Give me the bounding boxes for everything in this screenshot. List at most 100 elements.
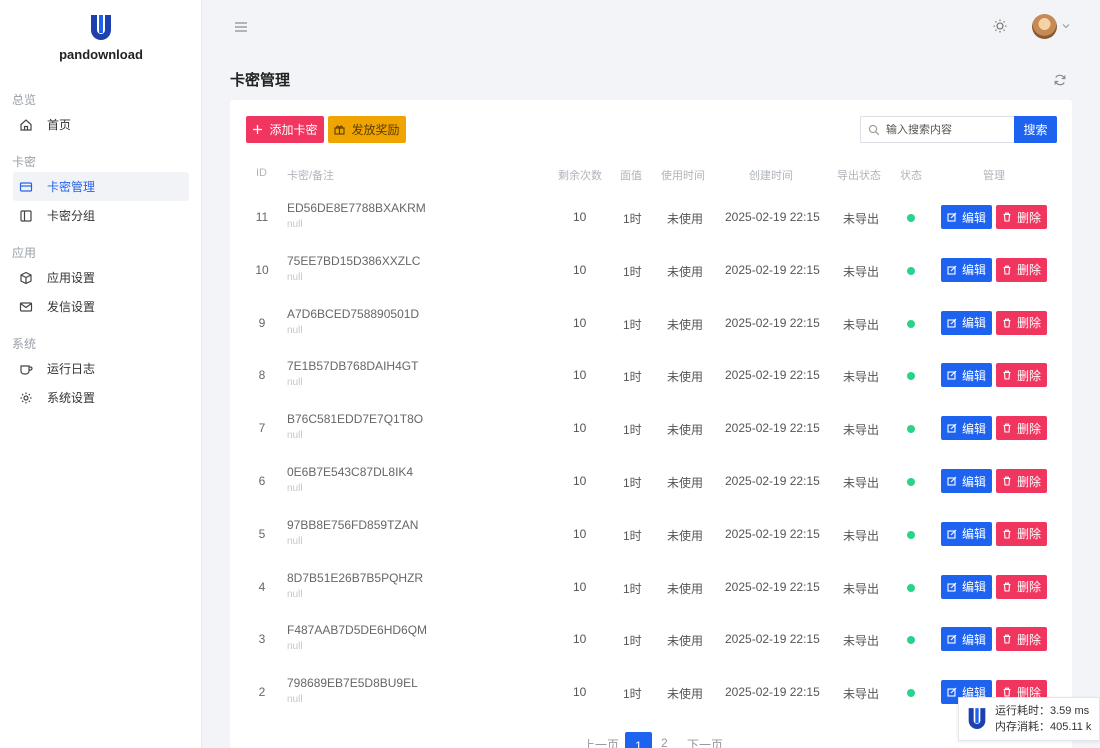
app-name: pandownload bbox=[59, 47, 143, 62]
trash-icon bbox=[1003, 635, 1011, 644]
logo-icon bbox=[968, 708, 986, 729]
table-row: 10 75EE7BD15D386XXZLC null 10 1时 未使用 2025-02-1… bbox=[230, 245, 1072, 297]
edit-button[interactable]: 编辑 bbox=[941, 416, 992, 441]
pagination: 上一页 1 2 下一页 bbox=[230, 732, 1072, 748]
search-button[interactable]: 搜索 bbox=[1014, 116, 1057, 143]
app-logo[interactable]: pandownload bbox=[0, 14, 202, 62]
cell-used-time: 未使用 bbox=[667, 370, 704, 385]
trash-icon bbox=[1003, 476, 1011, 486]
cell-export: 未导出 bbox=[843, 264, 880, 279]
delete-button[interactable]: 删除 bbox=[996, 574, 1047, 599]
header-used-time: 使用时间 bbox=[661, 170, 705, 182]
perf-memory: 内存消耗：405.11 k bbox=[995, 721, 1092, 733]
plus-icon bbox=[253, 125, 263, 134]
sidebar-item-home[interactable]: 首页 bbox=[13, 110, 189, 139]
delete-button[interactable]: 删除 bbox=[996, 469, 1047, 493]
edit-button[interactable]: 编辑 bbox=[941, 310, 992, 335]
page-2-button[interactable]: 2 bbox=[661, 736, 668, 748]
cell-created: 2025-02-19 22:15 bbox=[725, 685, 820, 700]
edit-icon bbox=[947, 582, 957, 592]
delete-button[interactable]: 删除 bbox=[996, 521, 1047, 546]
edit-button[interactable]: 编辑 bbox=[941, 205, 992, 229]
table-row: 5 97BB8E756FD859TZAN null 10 1时 未使用 2025-02-19… bbox=[230, 509, 1072, 561]
cell-created: 2025-02-19 22:15 bbox=[725, 421, 820, 436]
logo-icon bbox=[91, 15, 111, 40]
page-current[interactable]: 1 bbox=[625, 732, 652, 748]
delete-button[interactable]: 删除 bbox=[996, 363, 1047, 388]
give-reward-label: 发放奖励 bbox=[351, 123, 400, 137]
prev-page-button[interactable]: 上一页 bbox=[583, 736, 619, 748]
add-card-button[interactable]: 添加卡密 bbox=[246, 116, 324, 143]
cell-created: 2025-02-19 22:15 bbox=[725, 368, 820, 383]
trash-icon bbox=[1003, 582, 1011, 592]
menu-toggle-icon[interactable] bbox=[234, 20, 248, 34]
card-icon bbox=[19, 181, 33, 192]
edit-icon bbox=[947, 423, 957, 433]
edit-button[interactable]: 编辑 bbox=[941, 574, 992, 599]
sidebar-item-card-group[interactable]: 卡密分组 bbox=[13, 201, 189, 230]
sidebar-item-card-manage[interactable]: 卡密管理 bbox=[13, 172, 189, 201]
cell-used-time: 未使用 bbox=[667, 528, 704, 543]
cell-remaining: 10 bbox=[573, 474, 587, 488]
delete-button[interactable]: 删除 bbox=[996, 205, 1047, 229]
search-icon bbox=[868, 124, 880, 135]
edit-label: 编辑 bbox=[961, 632, 986, 647]
edit-button[interactable]: 编辑 bbox=[941, 627, 992, 652]
delete-label: 删除 bbox=[1016, 632, 1041, 647]
edit-button[interactable]: 编辑 bbox=[941, 469, 992, 493]
sidebar-item-app-settings[interactable]: 应用设置 bbox=[13, 263, 189, 292]
delete-button[interactable]: 删除 bbox=[996, 627, 1047, 652]
cell-used-time: 未使用 bbox=[667, 581, 704, 596]
refresh-icon[interactable] bbox=[1053, 73, 1067, 87]
header-created: 创建时间 bbox=[749, 170, 793, 182]
delete-button[interactable]: 删除 bbox=[996, 416, 1047, 441]
cell-note: null bbox=[287, 694, 303, 706]
delete-button[interactable]: 删除 bbox=[996, 310, 1047, 335]
trash-icon bbox=[1003, 371, 1011, 380]
trash-icon bbox=[1003, 212, 1011, 222]
avatar bbox=[1032, 13, 1057, 39]
status-dot bbox=[907, 583, 915, 592]
nav-group-system: 系统 bbox=[12, 337, 37, 351]
edit-button[interactable]: 编辑 bbox=[941, 257, 992, 282]
status-dot bbox=[907, 214, 915, 222]
cell-created: 2025-02-19 22:15 bbox=[725, 262, 820, 277]
table-row: 3 F487AAB7D5DE6HD6QM null 10 1时 未使用 2025-02-19… bbox=[230, 614, 1072, 666]
chevron-down-icon bbox=[1062, 24, 1070, 29]
give-reward-button[interactable]: 发放奖励 bbox=[328, 116, 406, 143]
table-row: 8 7E1B57DB768DAIH4GT null 10 1时 未使用 2025-02-19… bbox=[230, 350, 1072, 402]
cell-value: 1时 bbox=[623, 476, 642, 490]
cell-id: 3 bbox=[258, 632, 266, 647]
sidebar-item-system-settings[interactable]: 系统设置 bbox=[13, 383, 189, 412]
search-input[interactable] bbox=[886, 123, 1006, 136]
edit-button[interactable]: 编辑 bbox=[941, 521, 992, 546]
next-page-button[interactable]: 下一页 bbox=[687, 736, 723, 748]
cell-export: 未导出 bbox=[843, 581, 880, 596]
gear-icon bbox=[20, 392, 32, 403]
cell-remaining: 10 bbox=[573, 421, 587, 436]
delete-button[interactable]: 删除 bbox=[996, 257, 1047, 282]
edit-button[interactable]: 编辑 bbox=[941, 363, 992, 388]
user-menu[interactable] bbox=[1032, 13, 1074, 39]
nav-group-overview: 总览 bbox=[12, 93, 37, 107]
sidebar-item-mail-settings[interactable]: 发信设置 bbox=[13, 292, 189, 321]
theme-sun-icon[interactable] bbox=[992, 18, 1008, 34]
cell-value: 1时 bbox=[623, 528, 642, 543]
edit-icon bbox=[947, 371, 957, 380]
cell-created: 2025-02-19 22:15 bbox=[725, 579, 820, 594]
cell-export: 未导出 bbox=[843, 476, 880, 490]
cell-export: 未导出 bbox=[843, 528, 880, 543]
cell-note: null bbox=[287, 377, 303, 389]
cell-card-code: F487AAB7D5DE6HD6QM bbox=[287, 623, 428, 638]
edit-icon bbox=[947, 687, 957, 697]
cell-id: 8 bbox=[258, 368, 266, 383]
status-dot bbox=[907, 372, 915, 381]
edit-label: 编辑 bbox=[961, 580, 986, 595]
cell-used-time: 未使用 bbox=[667, 634, 704, 649]
sidebar-item-run-log[interactable]: 运行日志 bbox=[13, 354, 189, 383]
home-icon bbox=[20, 118, 32, 131]
cell-remaining: 10 bbox=[573, 685, 587, 700]
header-value: 面值 bbox=[620, 170, 642, 182]
edit-label: 编辑 bbox=[961, 474, 986, 489]
cell-note: null bbox=[287, 219, 303, 230]
